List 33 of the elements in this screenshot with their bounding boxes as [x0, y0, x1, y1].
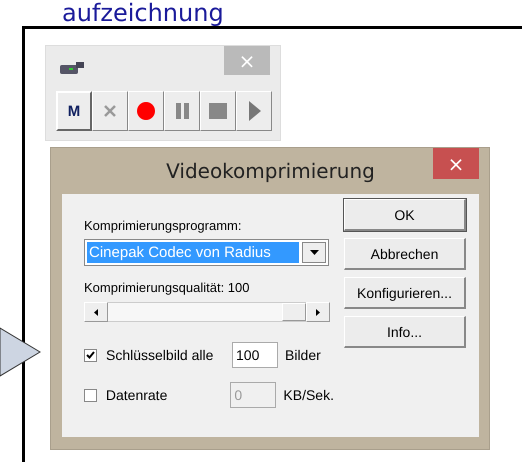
- video-camera-icon: [60, 62, 84, 76]
- record-button[interactable]: [128, 91, 164, 131]
- unit-label: Bilder: [285, 347, 321, 363]
- dialog-button[interactable]: Info...: [344, 316, 466, 348]
- dialog-button[interactable]: OK: [344, 199, 466, 231]
- scroll-thumb[interactable]: [282, 303, 306, 321]
- right-arrow-icon: [316, 308, 320, 316]
- left-arrow-icon: [94, 308, 98, 316]
- field-label: Komprimierungsqualität: 100: [84, 280, 250, 296]
- pause-icon: [174, 102, 190, 120]
- caret-icon: [310, 250, 318, 255]
- unit-label: KB/Sek.: [283, 387, 334, 403]
- cross-icon: [103, 104, 117, 118]
- pause-button[interactable]: [164, 91, 200, 131]
- field-label: Komprimierungsprogramm:: [84, 218, 242, 234]
- checkbox[interactable]: [84, 348, 97, 362]
- play-button[interactable]: [236, 91, 272, 131]
- scroll-left-button[interactable]: [84, 302, 108, 322]
- record-icon: [137, 102, 155, 120]
- dialog-title: Videokomprimierung: [166, 159, 375, 183]
- cross-button[interactable]: [92, 91, 128, 131]
- slide-heading: aufzeichnung: [62, 0, 224, 26]
- dialog-button[interactable]: Konfigurieren...: [344, 277, 466, 309]
- dialog-button[interactable]: Abbrechen: [344, 238, 466, 270]
- stop-button[interactable]: [200, 91, 236, 131]
- mode-button[interactable]: M: [56, 91, 92, 131]
- play-icon: [247, 101, 261, 121]
- number-field[interactable]: 100: [232, 342, 278, 368]
- checkbox-label: Schlüsselbild alle: [106, 347, 214, 363]
- stop-icon: [209, 102, 227, 120]
- checkbox-label: Datenrate: [106, 387, 168, 403]
- scroll-right-button[interactable]: [306, 302, 330, 322]
- close-button[interactable]: ×: [433, 148, 479, 179]
